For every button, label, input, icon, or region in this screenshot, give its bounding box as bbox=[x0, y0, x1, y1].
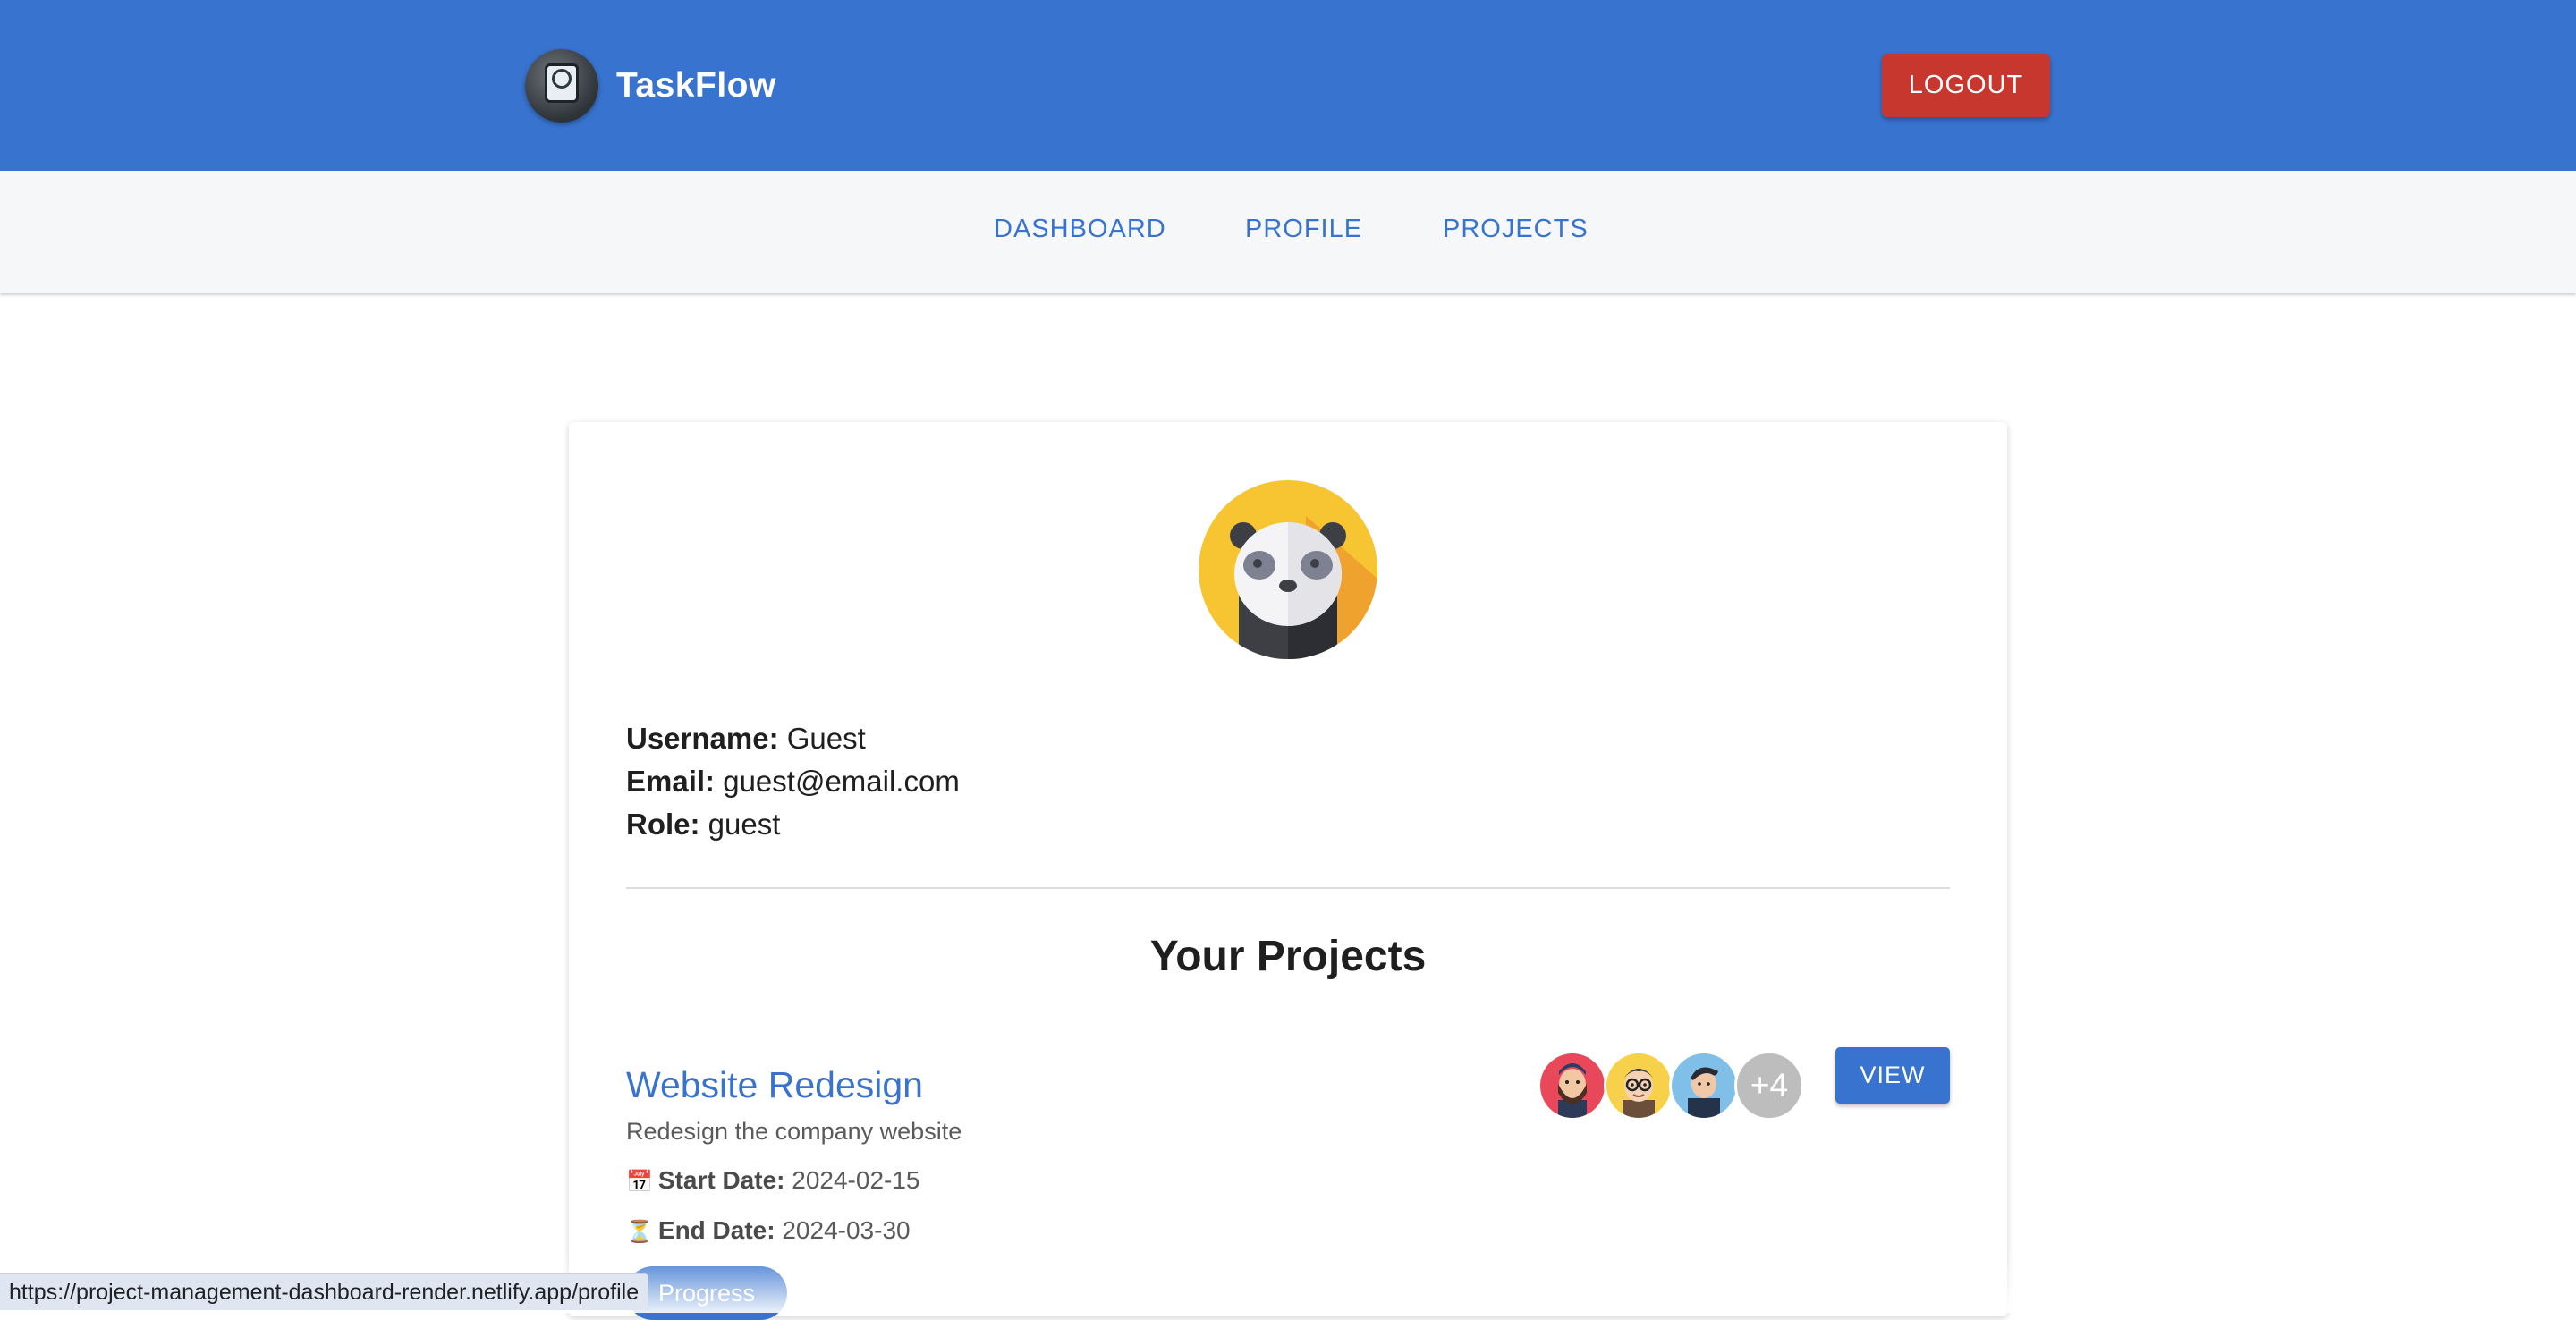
app-logo-icon bbox=[525, 49, 598, 123]
projects-section-title: Your Projects bbox=[1149, 933, 1427, 980]
logout-button[interactable]: LOGOUT bbox=[1882, 54, 2050, 117]
member-avatar-icon[interactable] bbox=[1538, 1051, 1607, 1121]
nav-item-profile[interactable]: PROFILE bbox=[1245, 215, 1362, 244]
username-row: Username: Guest bbox=[626, 722, 866, 756]
section-divider bbox=[626, 887, 1950, 889]
end-date-label: End Date: bbox=[657, 1216, 775, 1244]
end-date-row: ⏳ End Date: 2024-03-30 bbox=[626, 1216, 911, 1245]
project-status-chip: Progress bbox=[626, 1266, 787, 1320]
username-value: Guest bbox=[786, 722, 866, 755]
start-date-label: Start Date: bbox=[657, 1166, 785, 1194]
username-label: Username: bbox=[626, 722, 779, 755]
member-avatar-icon[interactable] bbox=[1669, 1051, 1739, 1121]
start-date-row: 📅 Start Date: 2024-02-15 bbox=[626, 1166, 920, 1195]
brand[interactable]: TaskFlow bbox=[525, 49, 776, 123]
email-value: guest@email.com bbox=[723, 765, 960, 798]
email-row: Email: guest@email.com bbox=[626, 765, 960, 799]
browser-status-url: https://project-management-dashboard-ren… bbox=[0, 1273, 649, 1310]
nav-item-projects[interactable]: PROJECTS bbox=[1443, 215, 1589, 244]
brand-name: TaskFlow bbox=[616, 66, 776, 105]
top-app-bar: TaskFlow LOGOUT bbox=[0, 0, 2576, 171]
nav-item-dashboard[interactable]: DASHBOARD bbox=[994, 215, 1166, 244]
role-label: Role: bbox=[626, 808, 700, 841]
nav-bar: DASHBOARD PROFILE PROJECTS bbox=[0, 171, 2576, 293]
member-avatar-icon[interactable] bbox=[1604, 1051, 1674, 1121]
role-row: Role: guest bbox=[626, 808, 780, 842]
calendar-icon: 📅 bbox=[626, 1170, 653, 1194]
project-description: Redesign the company website bbox=[626, 1118, 962, 1145]
more-members-badge[interactable]: +4 bbox=[1734, 1051, 1804, 1121]
panda-avatar-icon bbox=[1199, 480, 1377, 659]
email-label: Email: bbox=[626, 765, 716, 798]
view-project-button[interactable]: VIEW bbox=[1835, 1047, 1950, 1104]
end-date-value: 2024-03-30 bbox=[782, 1216, 911, 1244]
project-title-link[interactable]: Website Redesign bbox=[626, 1064, 923, 1106]
start-date-value: 2024-02-15 bbox=[792, 1166, 920, 1194]
role-value: guest bbox=[708, 808, 781, 841]
profile-card: Username: Guest Email: guest@email.com R… bbox=[569, 422, 2007, 1320]
hourglass-icon: ⏳ bbox=[626, 1220, 653, 1244]
